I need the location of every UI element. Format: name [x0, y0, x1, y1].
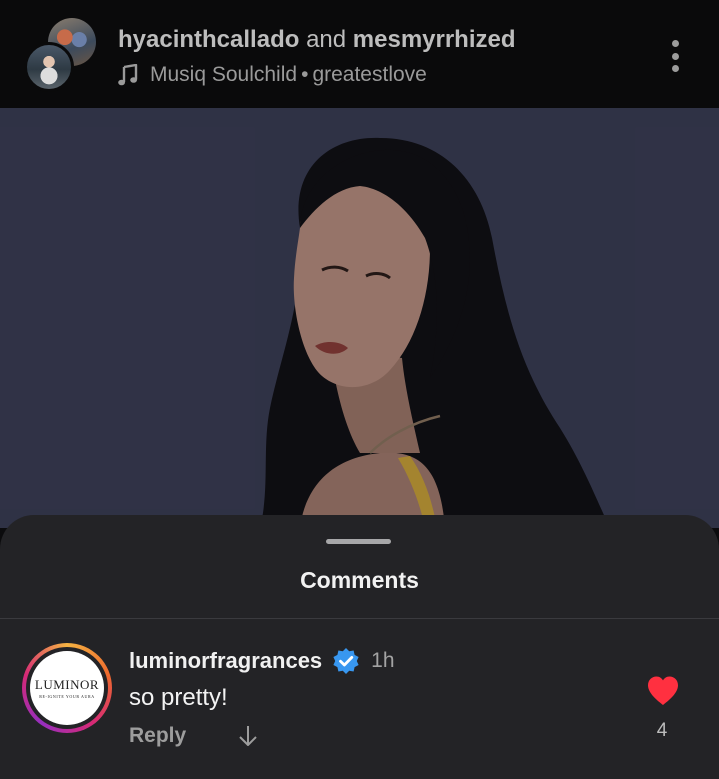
like-count: 4	[656, 720, 668, 741]
more-vertical-icon	[671, 40, 679, 47]
music-song: greatestlove	[312, 63, 427, 86]
comment-actions: Reply	[129, 724, 258, 748]
music-separator: •	[301, 63, 309, 86]
comment-time: 1h	[371, 649, 395, 672]
post-authors: hyacinthcallado and mesmyrrhized	[118, 26, 516, 54]
avatar-user-one[interactable]	[24, 42, 74, 92]
comment-avatar[interactable]: LUMINOR RE-IGNITE YOUR AURA	[22, 643, 112, 733]
music-attribution[interactable]: Musiq Soulchild • greatestlove	[118, 63, 427, 87]
comments-title: Comments	[300, 567, 419, 593]
sheet-divider	[0, 618, 719, 619]
post-screen: hyacinthcallado and mesmyrrhized Musiq S…	[0, 0, 719, 779]
comment-username[interactable]: luminorfragrances	[129, 648, 322, 674]
author-one-link[interactable]: hyacinthcallado	[118, 26, 299, 53]
music-note-icon	[118, 64, 138, 86]
sheet-drag-handle[interactable]	[326, 539, 391, 544]
post-header: hyacinthcallado and mesmyrrhized Musiq S…	[0, 0, 719, 108]
arrow-down-icon[interactable]	[238, 724, 258, 748]
verified-badge-icon	[333, 648, 359, 674]
collab-avatars[interactable]	[24, 18, 98, 94]
comment-header: luminorfragrances 1h	[129, 647, 395, 675]
comment-text: so pretty!	[129, 684, 228, 711]
authors-conjunction: and	[306, 26, 347, 53]
reply-button[interactable]: Reply	[129, 724, 186, 748]
heart-icon[interactable]	[646, 675, 680, 707]
post-photo[interactable]	[0, 108, 719, 528]
luminor-logo: LUMINOR RE-IGNITE YOUR AURA	[30, 651, 104, 725]
music-artist: Musiq Soulchild	[150, 63, 298, 86]
more-options-button[interactable]	[662, 36, 688, 76]
author-two-link[interactable]: mesmyrrhized	[353, 26, 516, 53]
